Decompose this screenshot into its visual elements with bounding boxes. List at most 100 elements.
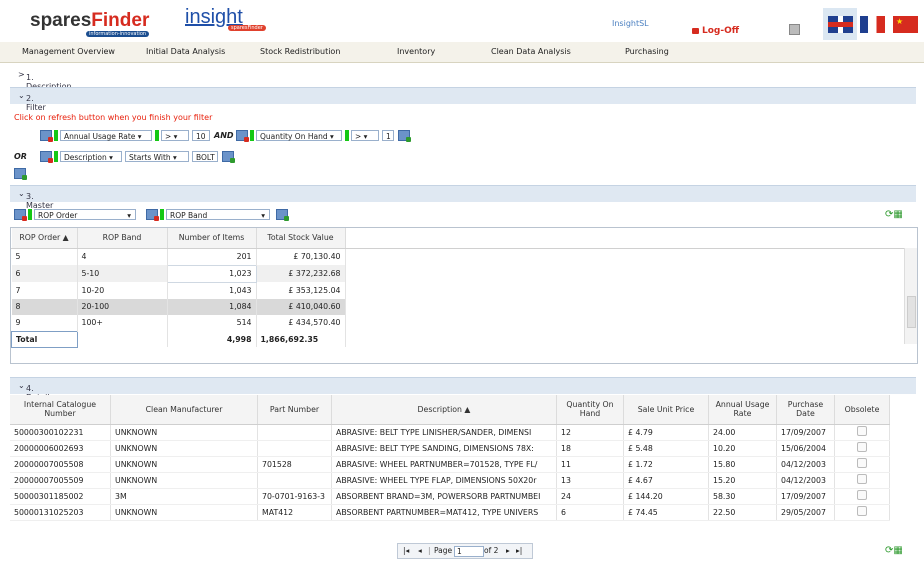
remove-filter-icon[interactable] bbox=[40, 130, 53, 142]
page-count: of 2 bbox=[484, 546, 499, 555]
drag-handle[interactable] bbox=[28, 209, 32, 220]
table-row[interactable]: 50000301185002 3M 70-0701-9163-3 ABSORBENT … bbox=[10, 488, 890, 505]
column-header-quantity-on-hand[interactable]: Quantity On Hand bbox=[556, 395, 624, 425]
filter-operator-select[interactable]: > ▾ bbox=[351, 130, 379, 141]
group-field-select[interactable]: ROP Band ▾ bbox=[166, 209, 270, 220]
column-header-total-stock-value[interactable]: Total Stock Value bbox=[256, 228, 346, 249]
filter-join-and: AND bbox=[214, 131, 234, 140]
table-row[interactable]: 20000007005508 UNKNOWN 701528 ABRASIVE: WHE… bbox=[10, 456, 890, 473]
table-row[interactable]: 20000007005509 UNKNOWN ABRASIVE: WHEEL TYP… bbox=[10, 472, 890, 489]
filter-row-2: OR Description ▾ Starts With ▾ BOLT bbox=[14, 151, 314, 164]
drag-handle[interactable] bbox=[160, 209, 164, 220]
table-row[interactable]: 20000006002693 UNKNOWN ABRASIVE: BELT TYPE… bbox=[10, 440, 890, 457]
details-grid: Internal Catalogue Number Clean Manufact… bbox=[10, 395, 916, 535]
prev-page-icon[interactable]: ◂ bbox=[418, 544, 422, 558]
filter-operator-select[interactable]: > ▾ bbox=[161, 130, 189, 141]
table-row[interactable]: 50000131025203 UNKNOWN MAT412 ABSORBENT PAR… bbox=[10, 504, 890, 521]
column-header-part-number[interactable]: Part Number bbox=[257, 395, 332, 425]
drag-handle[interactable] bbox=[54, 151, 58, 162]
section-description-header[interactable]: > 1. Description bbox=[10, 67, 916, 91]
drag-handle[interactable] bbox=[250, 130, 254, 141]
obsolete-checkbox[interactable] bbox=[857, 442, 867, 452]
add-filter-group-icon[interactable] bbox=[14, 168, 27, 180]
china-flag-icon[interactable] bbox=[893, 16, 918, 33]
drag-handle[interactable] bbox=[155, 130, 159, 141]
section-details-header[interactable]: ⌄ 4. Details bbox=[10, 377, 916, 402]
nav-stock-redistribution[interactable]: Stock Redistribution bbox=[260, 47, 340, 56]
table-row[interactable]: 6 5-10 1,023 £ 372,232.68 bbox=[11, 264, 346, 283]
obsolete-checkbox[interactable] bbox=[857, 458, 867, 468]
page-label: Page bbox=[434, 546, 453, 555]
table-row[interactable]: 8 20-100 1,084 £ 410,040.60 bbox=[11, 298, 346, 315]
main-nav: Management Overview Initial Data Analysi… bbox=[0, 42, 924, 63]
table-row[interactable]: 7 10-20 1,043 £ 353,125.04 bbox=[11, 282, 346, 299]
section-filter-header[interactable]: ⌄ 2. Filter bbox=[10, 87, 916, 112]
page-number-input[interactable]: 1 bbox=[454, 546, 484, 557]
app-name: InsightSL bbox=[612, 19, 649, 28]
remove-filter-icon[interactable] bbox=[40, 151, 53, 163]
filter-operator-select[interactable]: Starts With ▾ bbox=[125, 151, 189, 162]
remove-group-icon[interactable] bbox=[14, 209, 27, 221]
master-scrollbar[interactable] bbox=[904, 248, 917, 344]
refresh-details-icon[interactable]: ⟳▦ bbox=[885, 546, 903, 556]
filter-field-select[interactable]: Annual Usage Rate ▾ bbox=[60, 130, 152, 141]
filter-field-select[interactable]: Quantity On Hand ▾ bbox=[256, 130, 342, 141]
window-icon[interactable] bbox=[789, 24, 800, 35]
insight-logo-tag: sparesFinder bbox=[228, 25, 266, 31]
first-page-icon[interactable]: |◂ bbox=[403, 544, 409, 558]
add-filter-icon[interactable] bbox=[398, 130, 411, 142]
group-field-select[interactable]: ROP Order ▾ bbox=[34, 209, 136, 220]
column-header-number-of-items[interactable]: Number of Items bbox=[167, 228, 257, 249]
table-row[interactable]: 50000300102231 UNKNOWN ABRASIVE: BELT TYPE… bbox=[10, 424, 890, 441]
master-grouping-row: ROP Order ▾ ROP Band ▾ bbox=[14, 209, 314, 222]
column-header-annual-usage-rate[interactable]: Annual Usage Rate bbox=[708, 395, 777, 425]
filter-row-1: Annual Usage Rate ▾ > ▾ 10 AND Quantity … bbox=[40, 130, 460, 143]
filter-hint: Click on refresh button when you finish … bbox=[14, 113, 213, 122]
next-page-icon[interactable]: ▸ bbox=[506, 544, 510, 558]
filter-join-or: OR bbox=[14, 152, 27, 161]
remove-filter-icon[interactable] bbox=[236, 130, 249, 142]
obsolete-checkbox[interactable] bbox=[857, 474, 867, 484]
drag-handle[interactable] bbox=[345, 130, 349, 141]
section-description-title: > 1. Description bbox=[18, 70, 72, 91]
section-master-header[interactable]: ⌄ 3. Master bbox=[10, 185, 916, 210]
nav-purchasing[interactable]: Purchasing bbox=[625, 47, 669, 56]
obsolete-checkbox[interactable] bbox=[857, 506, 867, 516]
sparesfinder-logo: sparesFinder bbox=[30, 10, 150, 31]
nav-clean-data-analysis[interactable]: Clean Data Analysis bbox=[491, 47, 571, 56]
remove-group-icon[interactable] bbox=[146, 209, 159, 221]
master-grid: ROP Order ▲ ROP Band Number of Items Tot… bbox=[10, 227, 918, 364]
pager: |◂ ◂ | Page 1 of 2 ▸ ▸| bbox=[397, 543, 533, 559]
column-header-description[interactable]: Description ▲ bbox=[331, 395, 557, 425]
obsolete-checkbox[interactable] bbox=[857, 426, 867, 436]
nav-management-overview[interactable]: Management Overview bbox=[22, 47, 115, 56]
refresh-icon[interactable]: ⟳▦ bbox=[885, 210, 903, 220]
section-details-title: ⌄ 4. Details bbox=[18, 381, 54, 402]
drag-handle[interactable] bbox=[54, 130, 58, 141]
filter-field-select[interactable]: Description ▾ bbox=[60, 151, 122, 162]
column-header-internal-catalogue-number[interactable]: Internal Catalogue Number bbox=[10, 395, 111, 425]
table-row[interactable]: 5 4 201 £ 70,130.40 bbox=[11, 248, 346, 265]
column-header-rop-order[interactable]: ROP Order ▲ bbox=[11, 228, 78, 249]
obsolete-checkbox[interactable] bbox=[857, 490, 867, 500]
add-group-icon[interactable] bbox=[276, 209, 289, 221]
filter-value-input[interactable]: BOLT bbox=[192, 151, 218, 162]
column-header-rop-band[interactable]: ROP Band bbox=[77, 228, 168, 249]
column-header-purchase-date[interactable]: Purchase Date bbox=[776, 395, 835, 425]
france-flag-icon[interactable] bbox=[860, 16, 885, 33]
section-master-title: ⌄ 3. Master bbox=[18, 189, 54, 210]
logoff-icon[interactable] bbox=[692, 28, 699, 34]
column-header-clean-manufacturer[interactable]: Clean Manufacturer bbox=[110, 395, 258, 425]
logoff-link[interactable]: Log-Off bbox=[702, 26, 739, 36]
add-filter-icon[interactable] bbox=[222, 151, 235, 163]
uk-flag-icon[interactable] bbox=[828, 16, 853, 33]
column-header-sale-unit-price[interactable]: Sale Unit Price bbox=[623, 395, 709, 425]
nav-inventory[interactable]: Inventory bbox=[397, 47, 435, 56]
table-row[interactable]: 9 100+ 514 £ 434,570.40 bbox=[11, 314, 346, 331]
filter-value-input[interactable]: 1 bbox=[382, 130, 394, 141]
scrollbar-thumb[interactable] bbox=[907, 296, 916, 328]
nav-initial-data-analysis[interactable]: Initial Data Analysis bbox=[146, 47, 225, 56]
last-page-icon[interactable]: ▸| bbox=[516, 544, 522, 558]
column-header-obsolete[interactable]: Obsolete bbox=[834, 395, 890, 425]
filter-value-input[interactable]: 10 bbox=[192, 130, 210, 141]
